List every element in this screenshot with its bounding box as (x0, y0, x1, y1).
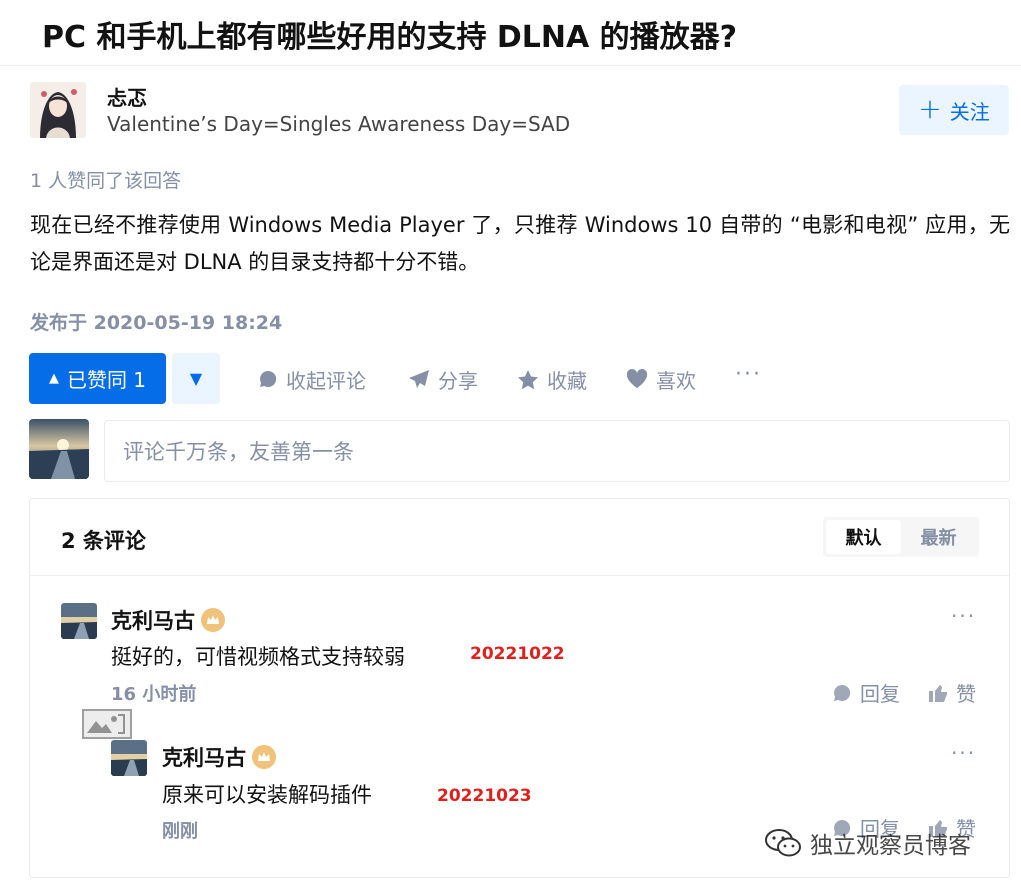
publish-time: 发布于 2020-05-19 18:24 (30, 312, 283, 334)
author-avatar[interactable] (30, 82, 86, 138)
comment-avatar[interactable] (61, 603, 97, 639)
upvote-label: 已赞同 1 (66, 368, 147, 392)
downvote-button[interactable]: ▼ (172, 353, 220, 404)
crown-badge-icon (201, 608, 225, 632)
collapse-comments-label: 收起评论 (286, 368, 366, 393)
vote-summary: 1 人赞同了该回答 (30, 170, 182, 192)
author-name[interactable]: 忐忑 (107, 82, 147, 111)
comment-bubble-icon (834, 684, 851, 701)
follow-button[interactable]: + 关注 (899, 85, 1009, 135)
heart-icon (626, 369, 648, 388)
follow-label: 关注 (949, 99, 990, 124)
date-annotation: 20221022 (470, 644, 565, 664)
wechat-icon (765, 829, 801, 857)
like-label: 喜欢 (656, 368, 696, 393)
current-user-avatar (29, 419, 89, 479)
thumbs-up-icon (929, 684, 947, 702)
reply-button[interactable]: 回复 (832, 678, 900, 707)
comment-avatar[interactable] (111, 740, 147, 776)
favorite-label: 收藏 (547, 368, 587, 393)
like-button[interactable]: 喜欢 (626, 364, 696, 394)
comment-like-label: 赞 (956, 682, 976, 706)
comment-more-button[interactable]: ··· (951, 604, 976, 628)
triangle-down-icon: ▼ (189, 369, 203, 388)
sort-latest-tab[interactable]: 最新 (901, 520, 976, 554)
comment-author-name: 克利马古 (111, 609, 195, 633)
comment-text: 挺好的，可惜视频格式支持较弱 (111, 645, 405, 669)
comment-author[interactable]: 克利马古 (162, 742, 276, 772)
date-annotation: 20221023 (437, 786, 532, 806)
comment-time: 16 小时前 (111, 684, 197, 705)
comment-count: 2 条评论 (61, 529, 146, 553)
triangle-up-icon: ▲ (48, 371, 59, 386)
comment-text: 原来可以安装解码插件 (162, 783, 372, 807)
author-bio: Valentine’s Day=Singles Awareness Day=SA… (107, 112, 571, 136)
comment-time: 刚刚 (162, 821, 198, 842)
watermark-text: 独立观察员博客 (810, 833, 971, 859)
answer-text: 现在已经不推荐使用 Windows Media Player 了，只推荐 Win… (30, 213, 1010, 274)
paper-plane-icon (409, 370, 429, 388)
comment-more-button[interactable]: ··· (951, 741, 976, 765)
share-label: 分享 (438, 368, 478, 393)
comment-input[interactable]: 评论千万条，友善第一条 (104, 420, 1010, 482)
favorite-button[interactable]: 收藏 (517, 364, 587, 394)
reply-label: 回复 (860, 682, 900, 706)
question-header: PC 和手机上都有哪些好用的支持 DLNA 的播放器? (0, 0, 1021, 66)
divider (30, 575, 1009, 576)
more-options-button[interactable]: ··· (735, 362, 762, 387)
star-icon (518, 369, 538, 389)
collapse-comments-button[interactable]: 收起评论 (258, 364, 366, 394)
comment-author-name: 克利马古 (162, 746, 246, 770)
share-button[interactable]: 分享 (408, 364, 478, 394)
sort-default-tab[interactable]: 默认 (826, 520, 901, 554)
sort-toggle: 默认 最新 (823, 517, 979, 557)
upvote-button[interactable]: ▲ 已赞同 1 (29, 353, 166, 404)
comment-input-placeholder: 评论千万条，友善第一条 (123, 440, 354, 464)
plus-icon: + (918, 91, 942, 125)
comment-author[interactable]: 克利马古 (111, 605, 225, 635)
broken-image-icon (82, 709, 132, 739)
comment-like-button[interactable]: 赞 (928, 678, 976, 707)
watermark: 独立观察员博客 (764, 826, 971, 860)
crown-badge-icon (252, 745, 276, 769)
comment-bubble-icon (260, 370, 277, 387)
question-title: PC 和手机上都有哪些好用的支持 DLNA 的播放器? (42, 20, 738, 55)
